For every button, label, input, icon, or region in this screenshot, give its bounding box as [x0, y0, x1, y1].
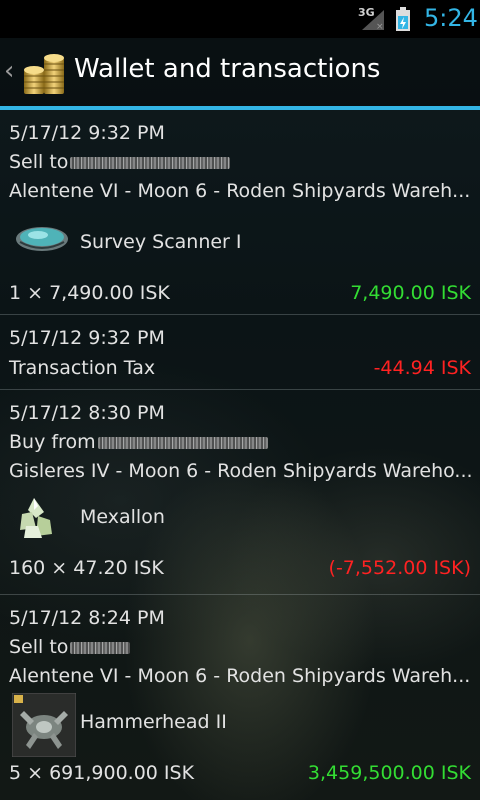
signal-icon: ×	[362, 10, 384, 30]
svg-text:×: ×	[376, 22, 384, 30]
transaction-row[interactable]: 5/17/12 9:32 PM Sell to Alentene VI - Mo…	[0, 110, 480, 315]
transaction-location: Alentene VI - Moon 6 - Roden Shipyards W…	[9, 180, 471, 202]
redacted-name	[97, 436, 268, 449]
transaction-datetime: 5/17/12 8:24 PM	[9, 607, 165, 629]
transaction-total: -44.94 ISK	[373, 357, 471, 379]
transaction-datetime: 5/17/12 9:32 PM	[9, 122, 165, 144]
redacted-name	[70, 156, 231, 169]
transaction-datetime: 5/17/12 8:30 PM	[9, 402, 165, 424]
battery-icon	[396, 7, 410, 31]
transaction-location: Gisleres IV - Moon 6 - Roden Shipyards W…	[9, 460, 473, 482]
transaction-party: Sell to	[9, 151, 231, 173]
transaction-total: 3,459,500.00 ISK	[307, 762, 471, 784]
quantity-price: 1 × 7,490.00 ISK	[9, 282, 170, 304]
chevron-left-icon[interactable]: ‹	[4, 56, 14, 86]
transaction-list: 5/17/12 9:32 PM Sell to Alentene VI - Mo…	[0, 110, 480, 800]
party-prefix: Sell to	[9, 636, 69, 658]
transaction-location: Alentene VI - Moon 6 - Roden Shipyards W…	[9, 665, 471, 687]
transaction-total: (-7,552.00 ISK)	[328, 557, 471, 579]
transaction-row[interactable]: 5/17/12 9:32 PM Transaction Tax -44.94 I…	[0, 315, 480, 390]
coin-stack-icon[interactable]	[22, 48, 68, 96]
quantity-price: 5 × 691,900.00 ISK	[9, 762, 195, 784]
transaction-label: Transaction Tax	[9, 357, 156, 379]
drone-icon	[12, 693, 76, 757]
item-name: Hammerhead II	[80, 711, 227, 733]
action-bar: ‹ Wallet and transactions	[0, 38, 480, 106]
transaction-row[interactable]: 5/17/12 8:30 PM Buy from Gisleres IV - M…	[0, 390, 480, 595]
item-name: Survey Scanner I	[80, 231, 242, 253]
clock: 5:24	[424, 4, 478, 32]
status-bar: 3G × 5:24	[0, 0, 480, 38]
redacted-name	[70, 641, 131, 654]
transaction-datetime: 5/17/12 9:32 PM	[9, 327, 165, 349]
party-prefix: Sell to	[9, 151, 69, 173]
item-name: Mexallon	[80, 506, 165, 528]
party-prefix: Buy from	[9, 431, 96, 453]
transaction-party: Sell to	[9, 636, 131, 658]
transaction-row[interactable]: 5/17/12 8:24 PM Sell to Alentene VI - Mo…	[0, 595, 480, 800]
mineral-crystal-icon	[20, 498, 52, 538]
transaction-party: Buy from	[9, 431, 268, 453]
transaction-total: 7,490.00 ISK	[350, 282, 471, 304]
page-title: Wallet and transactions	[74, 54, 381, 84]
quantity-price: 160 × 47.20 ISK	[9, 557, 164, 579]
survey-scanner-icon	[16, 227, 68, 251]
